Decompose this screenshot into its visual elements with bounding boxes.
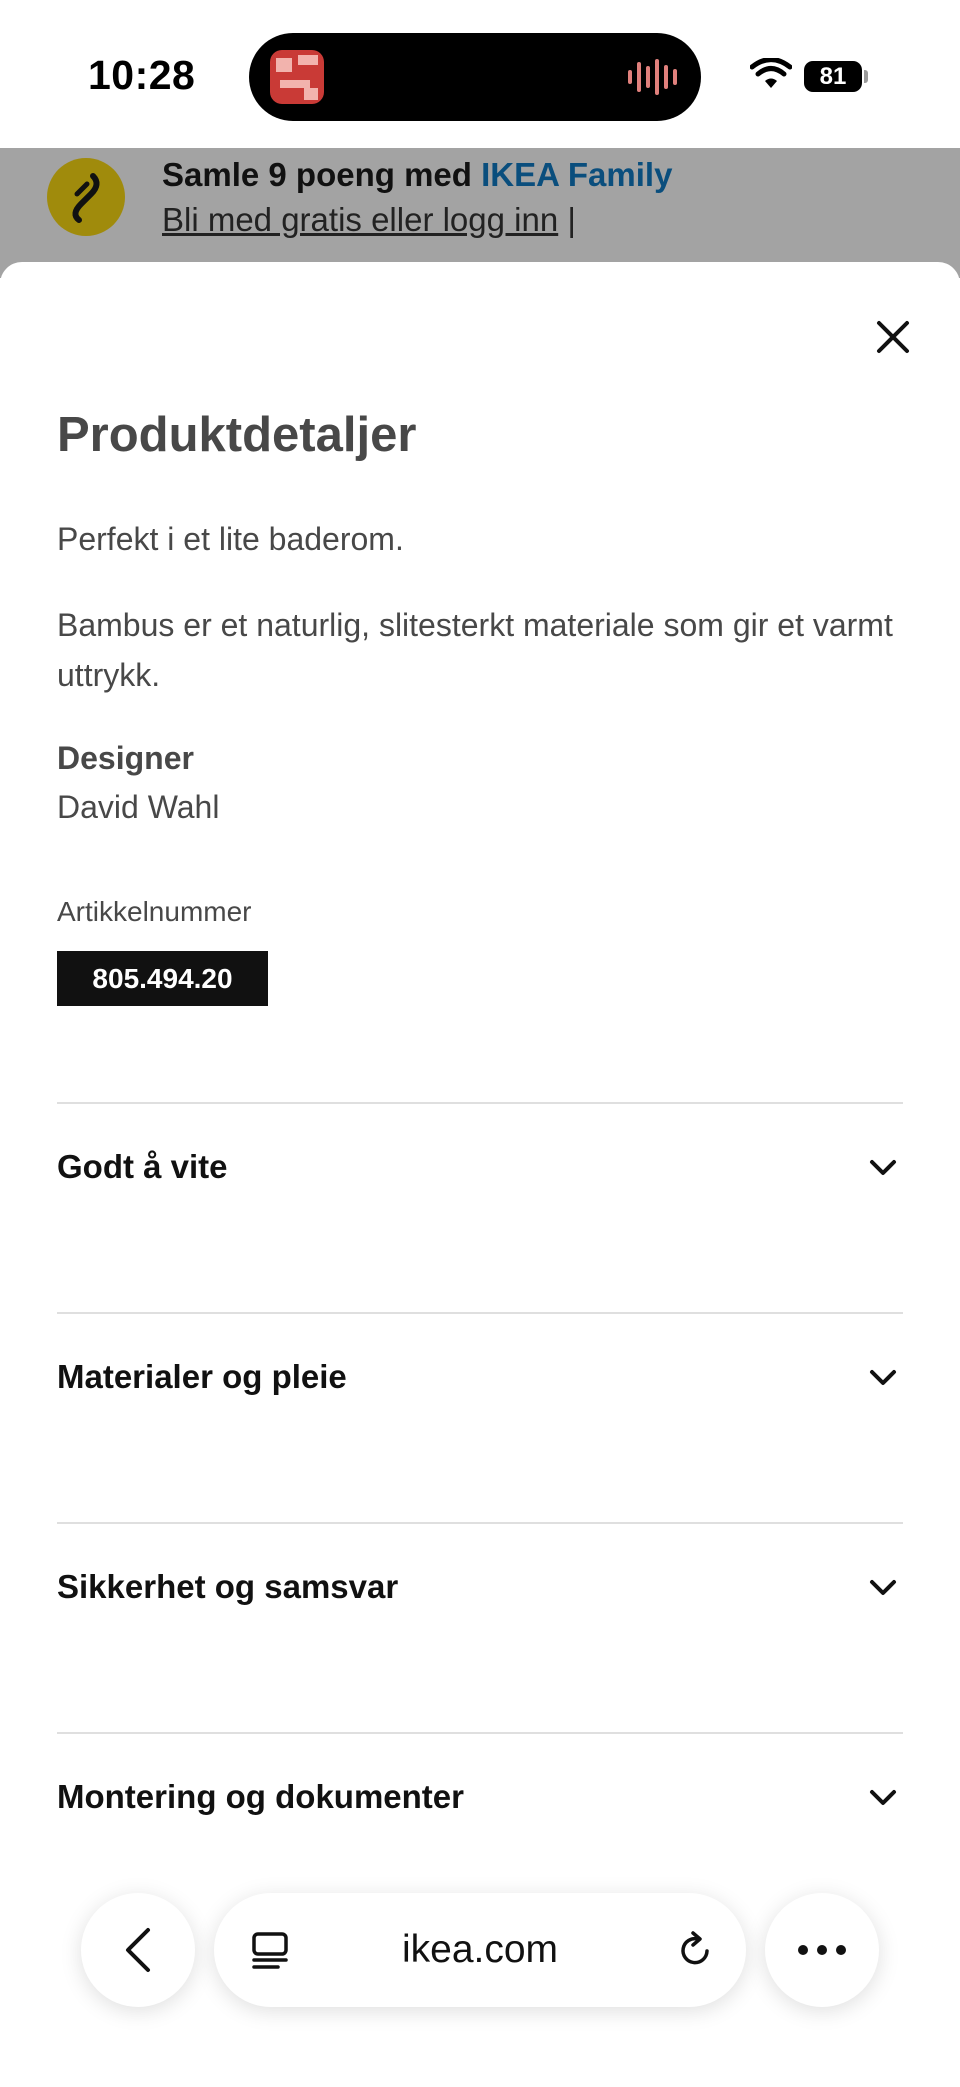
family-logo-icon [47,158,125,236]
accordion-label: Godt å vite [57,1148,228,1185]
status-bar: 10:28 81 [0,0,960,148]
accordion-materials-care[interactable]: Materialer og pleie [57,1317,903,1437]
more-button[interactable] [765,1893,879,2007]
accordion-good-to-know[interactable]: Godt å vite [57,1107,903,1227]
designer-label: Designer [57,740,194,776]
back-icon [126,1928,150,1972]
address-bar[interactable]: ikea.com [214,1893,746,2007]
browser-toolbar: ikea.com [0,1860,960,2087]
back-button[interactable] [81,1893,195,2007]
page-title: Produktdetaljer [57,408,417,462]
ikea-family-banner: Samle 9 poeng med IKEA Family Bli med gr… [0,148,960,278]
battery-icon: 81 [804,61,862,92]
url-text: ikea.com [401,1928,559,1971]
promo-brand: IKEA Family [481,156,673,193]
close-icon [877,321,909,353]
chevron-down-icon [870,1790,896,1805]
chevron-down-icon [870,1370,896,1385]
article-number-label: Artikkelnummer [57,896,252,927]
battery-tip [864,70,868,83]
promo-title-prefix: Samle 9 poeng med [162,156,482,193]
audio-waveform-icon [628,59,677,95]
accordion-safety-compliance[interactable]: Sikkerhet og samsvar [57,1527,903,1647]
product-details-sheet: Produktdetaljer Perfekt i et lite badero… [0,262,960,2087]
divider [57,1102,903,1104]
designer-name: David Wahl [57,789,220,825]
reload-icon[interactable] [674,1929,716,1971]
accordion-label: Sikkerhet og samsvar [57,1568,399,1605]
divider [57,1522,903,1524]
divider [57,1732,903,1734]
divider [57,1312,903,1314]
chevron-down-icon [870,1160,896,1175]
promo-separator: | [558,201,576,238]
join-login-link[interactable]: Bli med gratis eller logg inn [162,201,558,238]
status-time: 10:28 [88,52,196,98]
accordion-label: Montering og dokumenter [57,1778,464,1815]
more-icon [798,1945,846,1955]
wifi-icon [750,58,792,88]
close-button[interactable] [864,308,922,366]
product-description-material: Bambus er et naturlig, slitesterkt mater… [57,607,893,693]
accordion-assembly-documents[interactable]: Montering og dokumenter [57,1737,903,1857]
article-number-badge: 805.494.20 [57,951,268,1006]
promo-title: Samle 9 poeng med IKEA Family [162,156,672,194]
now-playing-art-icon [270,50,324,104]
product-description-short: Perfekt i et lite baderom. [57,521,404,557]
promo-link-row: Bli med gratis eller logg inn | [162,201,576,239]
dynamic-island[interactable] [249,33,701,121]
chevron-down-icon [870,1580,896,1595]
accordion-label: Materialer og pleie [57,1358,347,1395]
